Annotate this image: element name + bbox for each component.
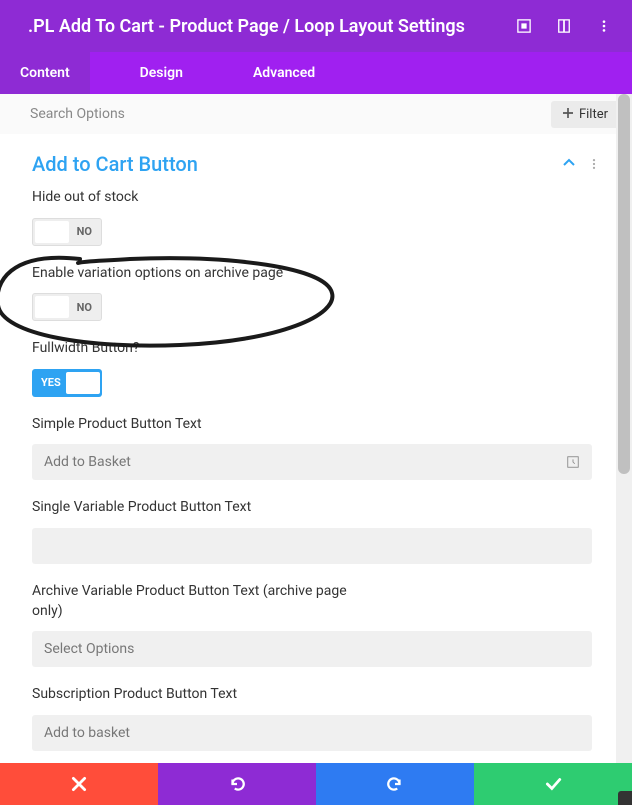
dynamic-content-icon[interactable] — [566, 454, 582, 470]
tab-content[interactable]: Content — [0, 52, 90, 94]
search-bar: Filter — [0, 94, 632, 134]
field-label: Archive Variable Product Button Text (ar… — [32, 582, 372, 621]
redo-button[interactable] — [316, 763, 474, 805]
tab-advanced[interactable]: Advanced — [233, 52, 335, 94]
simple-btn-input[interactable] — [32, 444, 592, 480]
toggle-knob — [35, 296, 69, 318]
tab-design[interactable]: Design — [120, 52, 203, 94]
plus-icon — [563, 107, 573, 122]
single-var-btn-input[interactable] — [32, 528, 592, 564]
field-fullwidth: Fullwidth Button? YES — [32, 339, 600, 397]
field-simple-btn-text: Simple Product Button Text — [32, 415, 600, 481]
toggle-state: NO — [77, 225, 92, 238]
module-header: .PL Add To Cart - Product Page / Loop La… — [0, 0, 632, 52]
field-label: Simple Product Button Text — [32, 415, 600, 435]
toggle-state: YES — [41, 376, 61, 389]
toggle-knob — [66, 372, 100, 394]
section-kebab-icon[interactable] — [588, 155, 600, 174]
field-label: Enable variation options on archive page — [32, 264, 600, 284]
field-label: Fullwidth Button? — [32, 339, 600, 359]
archive-var-btn-input[interactable] — [32, 631, 592, 667]
filter-button[interactable]: Filter — [551, 101, 620, 128]
filter-label: Filter — [579, 107, 608, 122]
toggle-state: NO — [77, 301, 92, 314]
toggle-enable-variation[interactable]: NO — [32, 293, 102, 321]
toggle-knob — [35, 221, 69, 243]
toggle-hide-stock[interactable]: NO — [32, 218, 102, 246]
field-label: Subscription Product Button Text — [32, 685, 600, 705]
field-label: Single Variable Product Button Text — [32, 498, 600, 518]
section-title: Add to Cart Button — [32, 152, 562, 176]
module-title: .PL Add To Cart - Product Page / Loop La… — [28, 16, 516, 37]
undo-button[interactable] — [158, 763, 316, 805]
toggle-fullwidth[interactable]: YES — [32, 369, 102, 397]
collapse-icon[interactable] — [562, 155, 576, 174]
save-button[interactable] — [474, 763, 632, 805]
field-subscription-btn-text: Subscription Product Button Text — [32, 685, 600, 751]
field-hide-out-of-stock: Hide out of stock NO — [32, 188, 600, 246]
field-enable-variation: Enable variation options on archive page… — [32, 264, 600, 322]
settings-content: Add to Cart Button Hide out of stock NO … — [0, 134, 632, 763]
preview-icon[interactable] — [556, 18, 572, 34]
header-actions — [516, 18, 612, 34]
kebab-menu-icon[interactable] — [596, 18, 612, 34]
cancel-button[interactable] — [0, 763, 158, 805]
expand-icon[interactable] — [516, 18, 532, 34]
subscription-btn-input[interactable] — [32, 715, 592, 751]
field-archive-var-btn-text: Archive Variable Product Button Text (ar… — [32, 582, 600, 667]
search-input[interactable] — [0, 95, 551, 133]
resize-handle[interactable] — [618, 791, 632, 805]
field-single-var-btn-text: Single Variable Product Button Text — [32, 498, 600, 564]
scrollbar-thumb[interactable] — [618, 94, 630, 474]
field-label: Hide out of stock — [32, 188, 600, 208]
section-header: Add to Cart Button — [32, 144, 600, 188]
tab-bar: Content Design Advanced — [0, 52, 632, 94]
bottom-action-bar — [0, 763, 632, 805]
